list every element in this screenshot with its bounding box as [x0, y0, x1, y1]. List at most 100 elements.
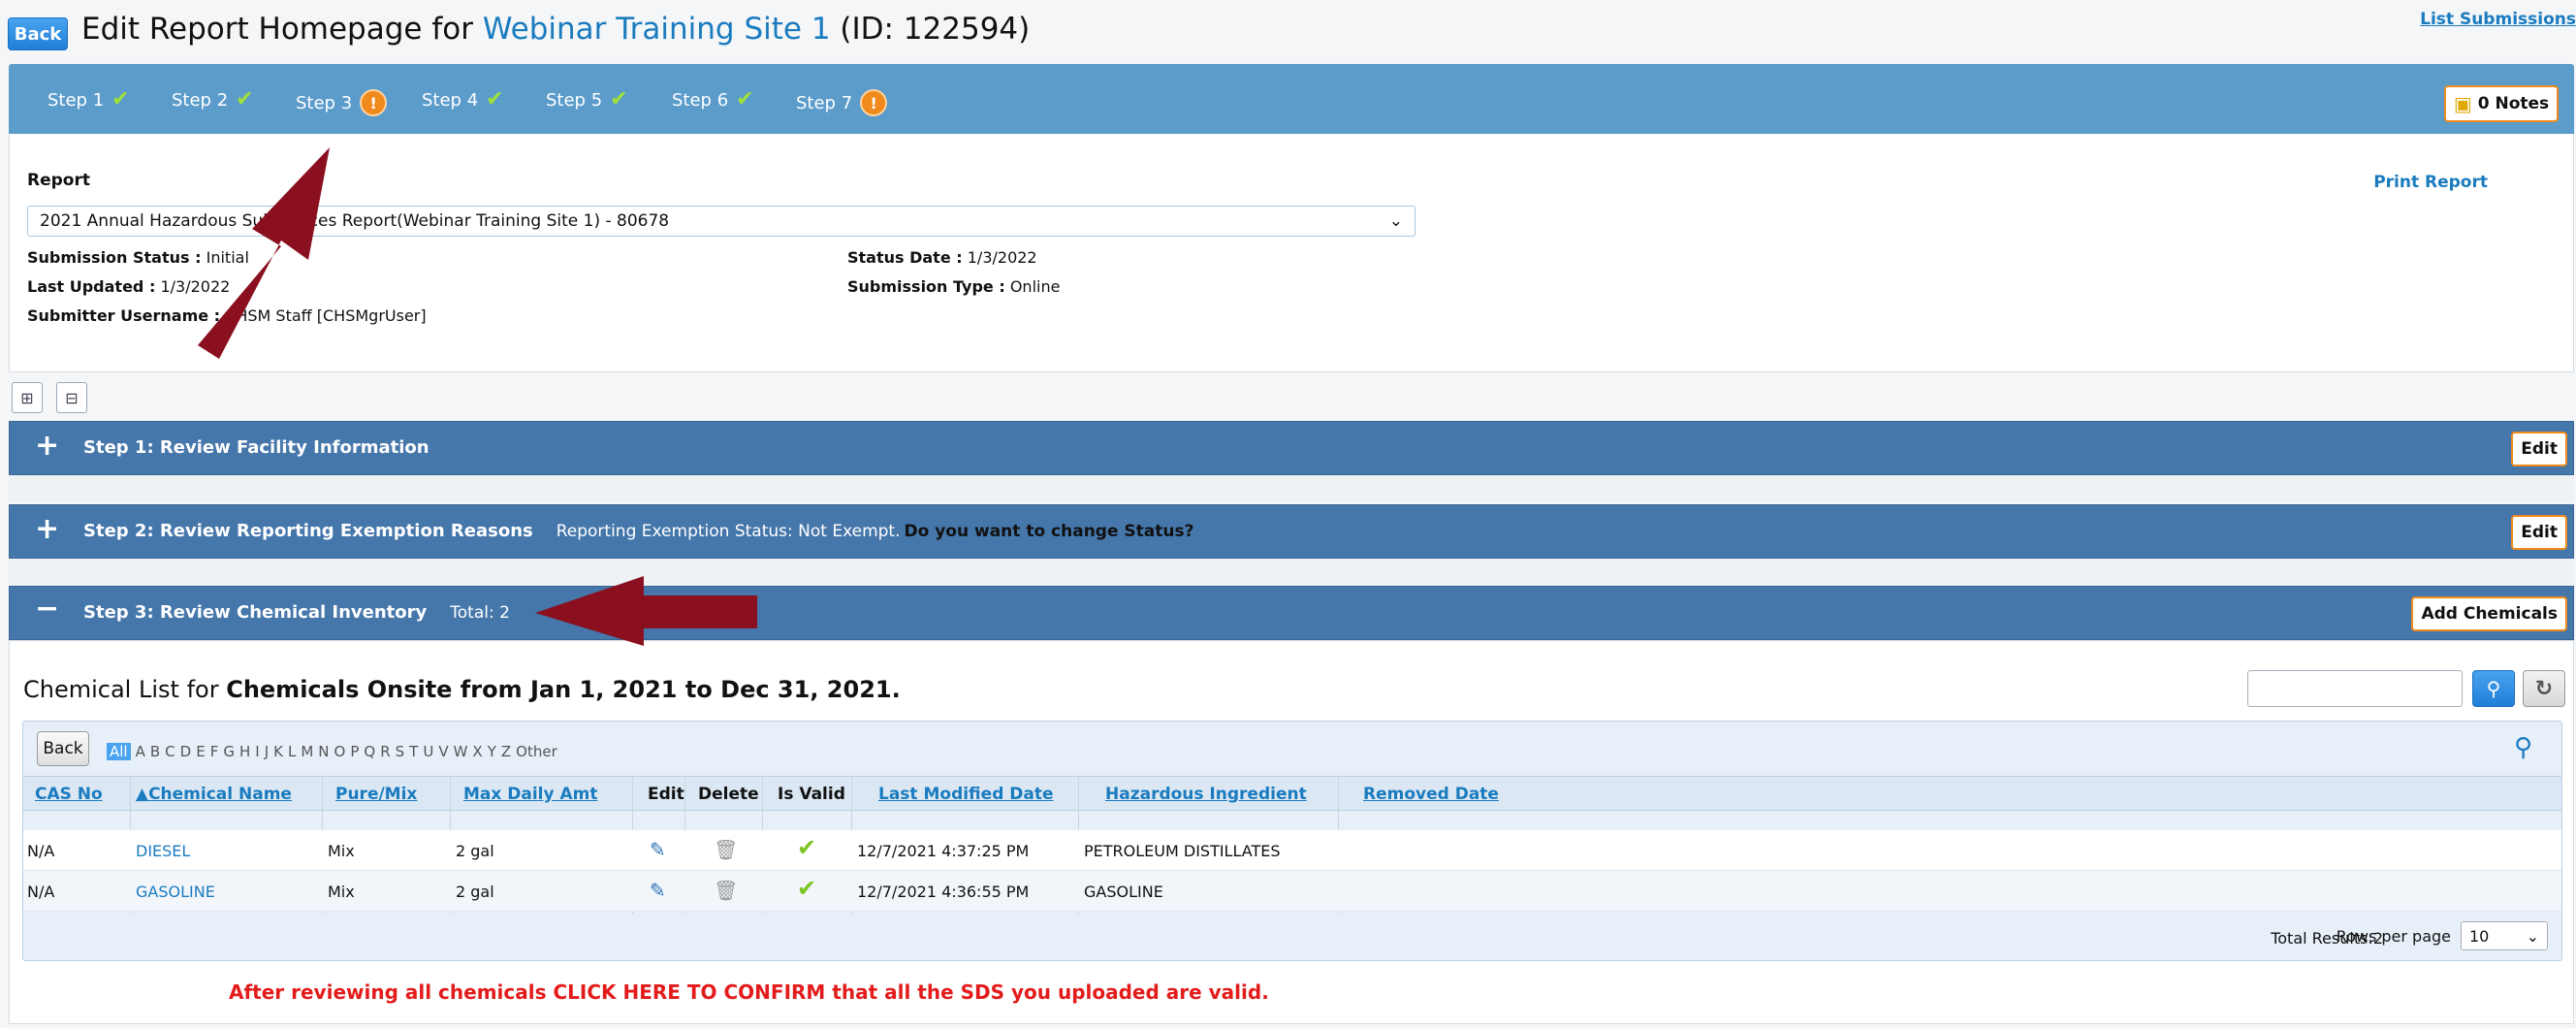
change-status-link[interactable]: Do you want to change Status? — [905, 522, 1194, 541]
submission-status-value: Initial — [206, 248, 249, 267]
trash-icon[interactable]: 🗑 — [714, 838, 738, 861]
grid-footer: Total Results:2 Rows per page 10 ⌄ — [23, 914, 2561, 960]
alpha-filter-n[interactable]: N — [318, 743, 329, 760]
alpha-filter-e[interactable]: E — [196, 743, 205, 760]
alpha-filter-other[interactable]: Other — [516, 743, 557, 760]
alpha-filter-s[interactable]: S — [396, 743, 405, 760]
step1-edit-button[interactable]: Edit — [2511, 432, 2567, 466]
rows-per-page-label: Rows per page — [2336, 927, 2451, 946]
col-delete: Delete — [698, 785, 759, 804]
alpha-filter-d[interactable]: D — [180, 743, 192, 760]
step2-section-bar[interactable]: + Step 2: Review Reporting Exemption Rea… — [9, 504, 2574, 559]
check-icon: ✔ — [797, 834, 817, 861]
notes-button[interactable]: ▣ 0 Notes — [2444, 85, 2559, 122]
chevron-down-icon: ⌄ — [2526, 926, 2539, 946]
alpha-filter-x[interactable]: X — [472, 743, 482, 760]
alpha-filter-i[interactable]: I — [255, 743, 259, 760]
report-select[interactable]: 2021 Annual Hazardous Substances Report(… — [27, 206, 1415, 237]
search-button[interactable]: ⚲ — [2472, 670, 2515, 707]
warning-icon: ! — [860, 89, 888, 116]
step1-section-bar[interactable]: + Step 1: Review Facility Information Ed… — [9, 421, 2574, 475]
alpha-filter-w[interactable]: W — [454, 743, 468, 760]
alpha-filter-f[interactable]: F — [210, 743, 219, 760]
chemical-name-link[interactable]: DIESEL — [136, 842, 190, 860]
edit-icon[interactable]: ✎ — [650, 838, 666, 861]
alpha-filter-t[interactable]: T — [409, 743, 418, 760]
divider — [9, 475, 2574, 502]
back-button[interactable]: Back — [8, 17, 68, 50]
add-chemicals-button[interactable]: Add Chemicals — [2411, 596, 2567, 631]
expand-plus-icon[interactable]: + — [35, 432, 59, 461]
report-panel: Report Print Report 2021 Annual Hazardou… — [9, 134, 2574, 372]
alpha-filter-u[interactable]: U — [423, 743, 433, 760]
col-hazardous-ingredient[interactable]: Hazardous Ingredient — [1105, 785, 1307, 804]
alpha-filter-m[interactable]: M — [301, 743, 313, 760]
alpha-filter-q[interactable]: Q — [364, 743, 375, 760]
alpha-filter-a[interactable]: A — [136, 743, 145, 760]
notes-icon: ▣ — [2453, 92, 2472, 115]
edit-icon[interactable]: ✎ — [650, 879, 666, 902]
step-7-tab[interactable]: Step 7 ! — [796, 89, 888, 116]
cas-no-cell: N/A — [27, 842, 55, 860]
alpha-filter-k[interactable]: K — [273, 743, 283, 760]
col-last-modified[interactable]: Last Modified Date — [878, 785, 1054, 804]
step-6-tab[interactable]: Step 6 ✔ — [672, 89, 754, 111]
alpha-filter-v[interactable]: V — [438, 743, 448, 760]
alpha-filter-r[interactable]: R — [380, 743, 390, 760]
alpha-filter-j[interactable]: J — [265, 743, 269, 760]
col-cas-no[interactable]: CAS No — [35, 785, 103, 804]
alphabet-filter: All A B C D E F G H I J K L M N O P Q R … — [107, 743, 557, 760]
title-prefix: Edit Report Homepage for — [81, 12, 473, 47]
pure-mix-cell: Mix — [328, 883, 355, 901]
chemical-name-link[interactable]: GASOLINE — [136, 883, 215, 901]
submitter-username: Submitter Username : CHSM Staff [CHSMgrU… — [27, 306, 427, 325]
alpha-filter-g[interactable]: G — [223, 743, 235, 760]
trash-icon[interactable]: 🗑 — [714, 879, 738, 902]
col-edit: Edit — [648, 785, 684, 804]
alpha-filter-p[interactable]: P — [350, 743, 359, 760]
expand-all-icon[interactable]: ⊞ — [12, 382, 43, 413]
step-3-tab[interactable]: Step 3 ! — [296, 89, 388, 116]
alpha-filter-c[interactable]: C — [165, 743, 175, 760]
alpha-filter-z[interactable]: Z — [501, 743, 511, 760]
alpha-filter-all[interactable]: All — [107, 743, 131, 760]
rows-per-page-value: 10 — [2469, 926, 2490, 946]
col-max-daily-amt[interactable]: Max Daily Amt — [463, 785, 598, 804]
max-daily-amt-cell: 2 gal — [456, 883, 494, 901]
refresh-icon: ↻ — [2534, 676, 2554, 701]
alpha-filter-o[interactable]: O — [334, 743, 346, 760]
alpha-filter-h[interactable]: H — [239, 743, 250, 760]
alpha-filter-b[interactable]: B — [150, 743, 160, 760]
expand-plus-icon[interactable]: + — [35, 515, 59, 544]
rows-per-page-select[interactable]: 10 ⌄ — [2461, 921, 2548, 950]
search-icon[interactable]: ⚲ — [2514, 733, 2532, 762]
step-2-tab[interactable]: Step 2 ✔ — [172, 89, 254, 111]
exemption-status: Reporting Exemption Status: Not Exempt. — [556, 522, 901, 541]
collapse-all-icon[interactable]: ⊟ — [56, 382, 87, 413]
col-chemical-name[interactable]: ▲Chemical Name — [136, 785, 292, 804]
step-4-tab[interactable]: Step 4 ✔ — [422, 89, 504, 111]
print-report-link[interactable]: Print Report — [2373, 173, 2488, 192]
step-5-tab[interactable]: Step 5 ✔ — [546, 89, 628, 111]
col-removed-date[interactable]: Removed Date — [1363, 785, 1499, 804]
grid-back-button[interactable]: Back — [37, 731, 89, 766]
status-date: Status Date : 1/3/2022 — [847, 248, 1037, 267]
list-submissions-link[interactable]: List Submissions — [2420, 10, 2576, 29]
alpha-filter-y[interactable]: Y — [488, 743, 496, 760]
alpha-filter-l[interactable]: L — [288, 743, 296, 760]
check-icon: ✔ — [486, 87, 504, 112]
step-1-tab[interactable]: Step 1 ✔ — [48, 89, 130, 111]
site-name-link[interactable]: Webinar Training Site 1 — [483, 12, 831, 47]
step2-title-text: Step 2: Review Reporting Exemption Reaso… — [83, 521, 533, 541]
col-pure-mix[interactable]: Pure/Mix — [335, 785, 417, 804]
refresh-button[interactable]: ↻ — [2523, 670, 2565, 707]
step-label: Step 7 — [796, 92, 853, 113]
chemical-list-prefix: Chemical List for — [23, 676, 219, 703]
step3-section-bar[interactable]: − Step 3: Review Chemical Inventory Total… — [9, 586, 2574, 640]
search-icon: ⚲ — [2486, 677, 2501, 700]
collapse-minus-icon[interactable]: − — [35, 594, 59, 624]
confirm-sds-link[interactable]: After reviewing all chemicals CLICK HERE… — [229, 980, 1269, 1004]
step2-edit-button[interactable]: Edit — [2511, 515, 2567, 550]
submitter-label: Submitter Username : — [27, 306, 221, 325]
chemical-search-input[interactable] — [2247, 670, 2463, 707]
